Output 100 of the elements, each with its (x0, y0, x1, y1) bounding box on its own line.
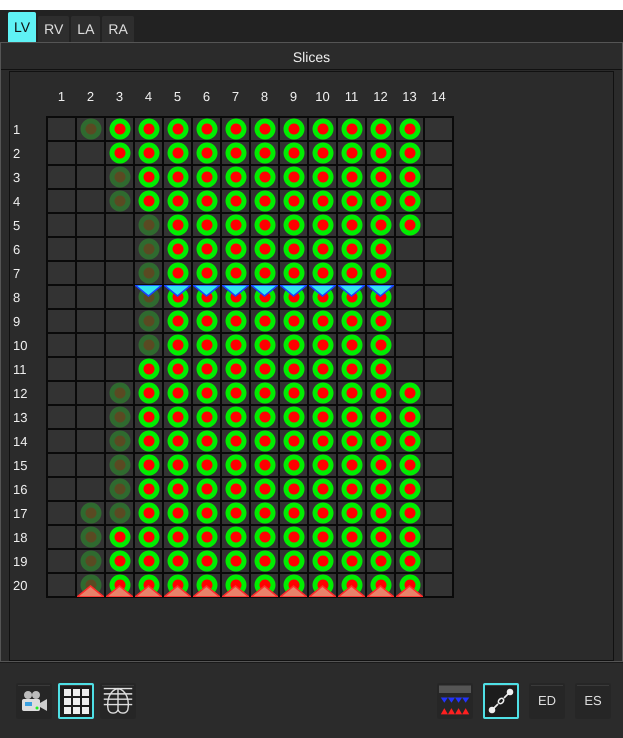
matrix-cell[interactable] (164, 142, 191, 164)
matrix-cell[interactable] (135, 238, 162, 260)
matrix-cell[interactable] (280, 454, 307, 476)
matrix-cell[interactable] (309, 478, 336, 500)
matrix-cell[interactable] (106, 310, 133, 332)
matrix-cell[interactable] (164, 262, 191, 284)
matrix-cell[interactable] (135, 478, 162, 500)
matrix-cell[interactable] (77, 430, 104, 452)
phase-button[interactable]: ED (529, 682, 565, 718)
matrix-cell[interactable] (106, 574, 133, 596)
matrix-cell[interactable] (135, 190, 162, 212)
matrix-cell[interactable] (251, 550, 278, 572)
matrix-cell[interactable] (106, 382, 133, 404)
matrix-cell[interactable] (251, 430, 278, 452)
matrix-cell[interactable] (309, 262, 336, 284)
matrix-cell[interactable] (396, 454, 423, 476)
matrix-cell[interactable] (193, 406, 220, 428)
matrix-cell[interactable] (367, 262, 394, 284)
matrix-cell[interactable] (338, 214, 365, 236)
matrix-cell[interactable] (425, 286, 452, 308)
phase-button[interactable]: ES (575, 682, 611, 718)
matrix-cell[interactable] (425, 334, 452, 356)
matrix-cell[interactable] (77, 358, 104, 380)
matrix-cell[interactable] (309, 526, 336, 548)
matrix-cell[interactable] (135, 454, 162, 476)
matrix-cell[interactable] (164, 286, 191, 308)
matrix-cell[interactable] (193, 430, 220, 452)
matrix-cell[interactable] (367, 238, 394, 260)
matrix-cell[interactable] (280, 214, 307, 236)
matrix-cell[interactable] (280, 142, 307, 164)
matrix-cell[interactable] (309, 550, 336, 572)
matrix-cell[interactable] (280, 190, 307, 212)
tab[interactable]: RA (102, 16, 134, 42)
matrix-cell[interactable] (222, 334, 249, 356)
matrix-cell[interactable] (193, 334, 220, 356)
matrix-cell[interactable] (164, 406, 191, 428)
matrix-cell[interactable] (164, 334, 191, 356)
matrix-cell[interactable] (164, 382, 191, 404)
matrix-cell[interactable] (338, 262, 365, 284)
matrix-cell[interactable] (222, 166, 249, 188)
matrix-cell[interactable] (338, 526, 365, 548)
matrix-cell[interactable] (309, 502, 336, 524)
matrix-cell[interactable] (425, 142, 452, 164)
matrix-cell[interactable] (193, 190, 220, 212)
matrix-cell[interactable] (164, 550, 191, 572)
matrix-cell[interactable] (135, 406, 162, 428)
matrix-cell[interactable] (222, 430, 249, 452)
matrix-cell[interactable] (396, 502, 423, 524)
matrix-cell[interactable] (251, 478, 278, 500)
matrix-cell[interactable] (222, 310, 249, 332)
matrix-cell[interactable] (251, 334, 278, 356)
matrix-cell[interactable] (48, 454, 75, 476)
matrix-cell[interactable] (48, 238, 75, 260)
triangle-markers-button[interactable] (437, 682, 473, 718)
matrix-cell[interactable] (135, 214, 162, 236)
matrix-cell[interactable] (338, 238, 365, 260)
matrix-cell[interactable] (77, 526, 104, 548)
matrix-cell[interactable] (135, 166, 162, 188)
matrix-cell[interactable] (164, 310, 191, 332)
matrix-cell[interactable] (106, 142, 133, 164)
matrix-cell[interactable] (251, 142, 278, 164)
matrix-cell[interactable] (425, 502, 452, 524)
matrix-cell[interactable] (338, 478, 365, 500)
matrix-cell[interactable] (77, 310, 104, 332)
matrix-cell[interactable] (425, 430, 452, 452)
matrix-cell[interactable] (135, 550, 162, 572)
matrix-cell[interactable] (77, 334, 104, 356)
matrix-cell[interactable] (48, 358, 75, 380)
matrix-cell[interactable] (77, 574, 104, 596)
matrix-cell[interactable] (77, 286, 104, 308)
matrix-cell[interactable] (309, 142, 336, 164)
matrix-cell[interactable] (251, 406, 278, 428)
matrix-cell[interactable] (135, 430, 162, 452)
matrix-cell[interactable] (338, 190, 365, 212)
matrix-cell[interactable] (425, 166, 452, 188)
matrix-cell[interactable] (135, 310, 162, 332)
matrix-cell[interactable] (135, 142, 162, 164)
matrix-cell[interactable] (280, 262, 307, 284)
matrix-cell[interactable] (280, 502, 307, 524)
matrix-cell[interactable] (367, 574, 394, 596)
matrix-cell[interactable] (77, 166, 104, 188)
matrix-cell[interactable] (48, 190, 75, 212)
matrix-cell[interactable] (309, 166, 336, 188)
matrix-cell[interactable] (164, 478, 191, 500)
matrix-cell[interactable] (251, 214, 278, 236)
matrix-cell[interactable] (367, 502, 394, 524)
matrix-cell[interactable] (338, 142, 365, 164)
matrix-cell[interactable] (367, 430, 394, 452)
matrix-cell[interactable] (338, 286, 365, 308)
matrix-cell[interactable] (367, 214, 394, 236)
matrix-cell[interactable] (309, 382, 336, 404)
matrix-cell[interactable] (222, 262, 249, 284)
matrix-cell[interactable] (251, 118, 278, 140)
matrix-cell[interactable] (396, 166, 423, 188)
matrix-cell[interactable] (396, 406, 423, 428)
matrix-cell[interactable] (396, 526, 423, 548)
matrix-cell[interactable] (251, 286, 278, 308)
matrix-cell[interactable] (367, 334, 394, 356)
matrix-cell[interactable] (222, 502, 249, 524)
matrix-cell[interactable] (222, 118, 249, 140)
